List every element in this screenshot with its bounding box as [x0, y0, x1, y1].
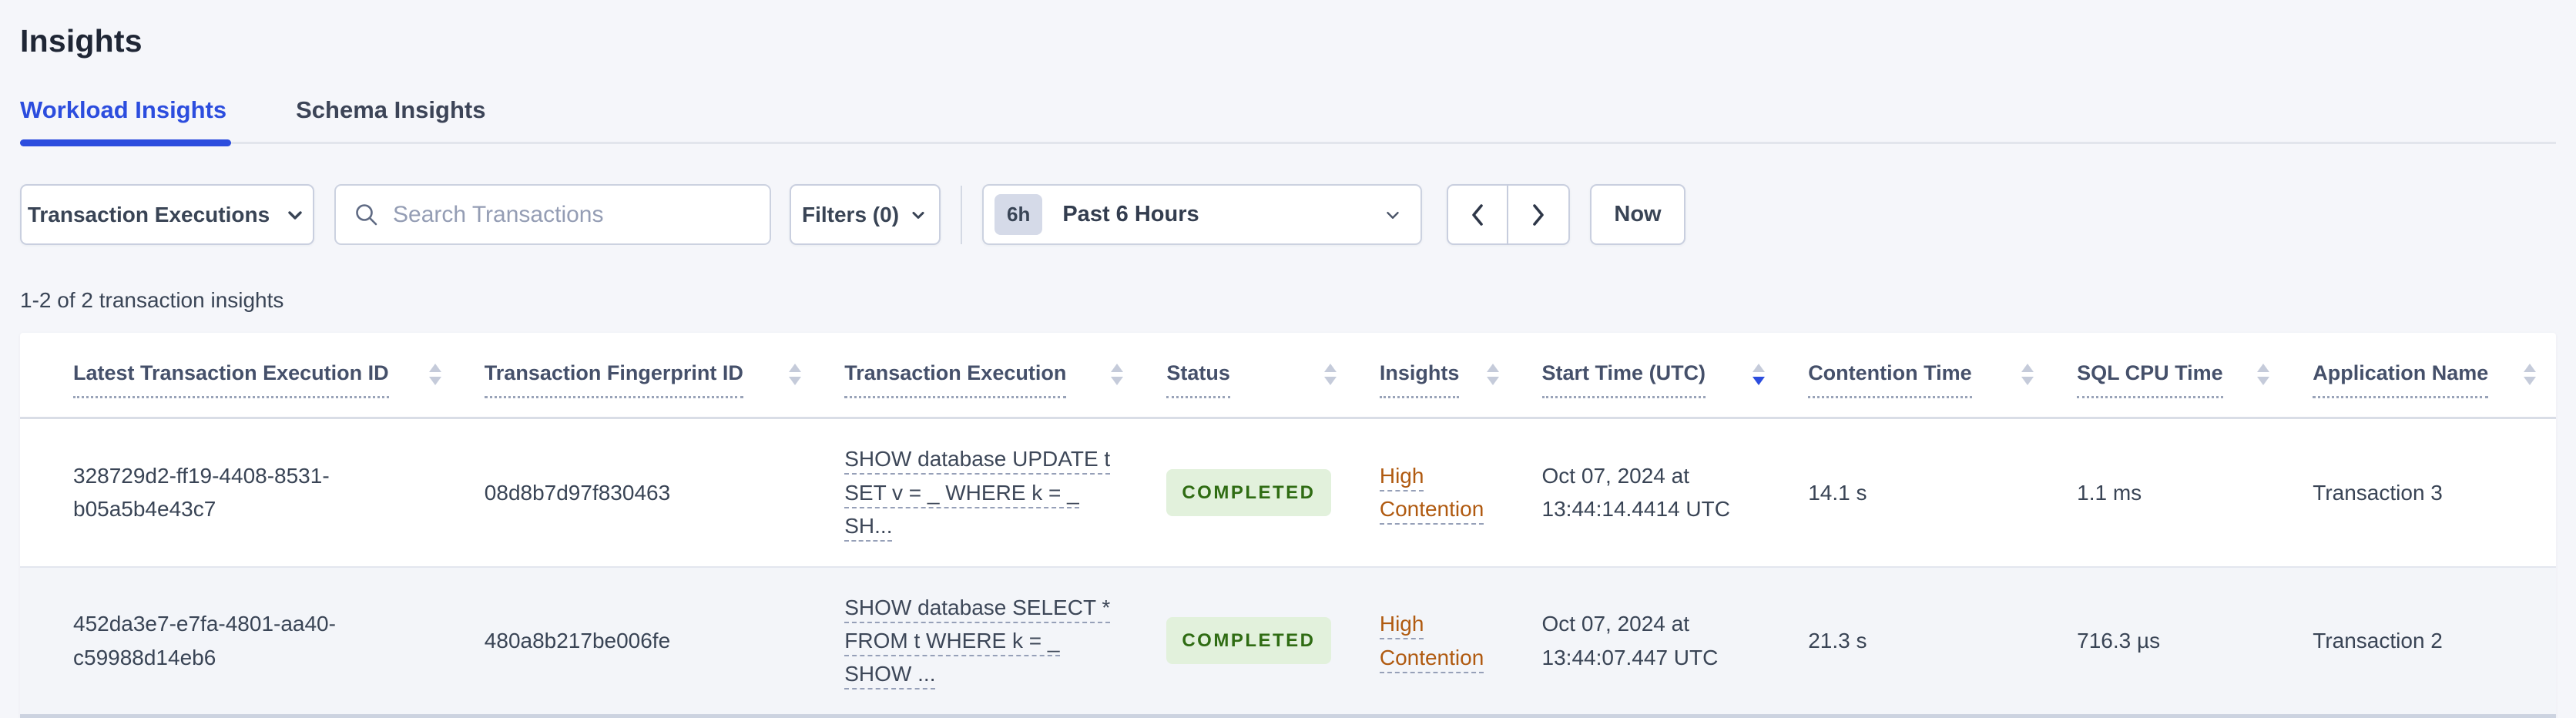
filters-button[interactable]: Filters (0) — [790, 184, 941, 245]
sort-icon[interactable] — [1111, 364, 1124, 385]
sort-icon[interactable] — [2257, 364, 2270, 385]
execution-type-dropdown[interactable]: Transaction Executions — [20, 184, 314, 245]
transaction-execution-cell: SHOW database UPDATE t SET v = _ WHERE k… — [821, 418, 1143, 567]
application-name-cell: Transaction 3 — [2313, 480, 2443, 505]
contention-time-cell: 21.3 s — [1808, 628, 1867, 653]
toolbar-divider — [961, 185, 962, 244]
tab-bar: Workload Insights Schema Insights — [20, 96, 2556, 146]
insights-table-card: Latest Transaction Execution ID Transact… — [20, 333, 2556, 718]
insights-cell: High Contention — [1357, 567, 1519, 714]
chevron-left-icon — [1468, 202, 1487, 228]
table-row: 328729d2-ff19-4408-8531-b05a5b4e43c7 08d… — [20, 418, 2556, 567]
filters-button-label: Filters (0) — [801, 202, 900, 226]
tab-workload-insights[interactable]: Workload Insights — [20, 96, 232, 146]
column-header-insights[interactable]: Insights — [1356, 333, 1519, 420]
contention-time-cell: 14.1 s — [1808, 480, 1867, 505]
chevron-down-icon — [283, 203, 307, 226]
page-title: Insights — [20, 23, 143, 59]
chevron-down-icon — [1382, 204, 1404, 226]
chevron-down-icon — [908, 205, 928, 225]
next-time-range-button[interactable] — [1508, 184, 1570, 245]
column-header-fingerprint-id[interactable]: Transaction Fingerprint ID — [461, 333, 822, 420]
status-badge: COMPLETED — [1166, 617, 1331, 665]
status-cell: COMPLETED — [1143, 567, 1357, 714]
column-header-start-time[interactable]: Start Time (UTC) — [1518, 333, 1786, 420]
column-header-status[interactable]: Status — [1143, 333, 1357, 420]
search-input[interactable] — [393, 201, 753, 228]
latest-execution-id-cell: 328729d2-ff19-4408-8531-b05a5b4e43c7 — [73, 464, 330, 522]
chevron-right-icon — [1529, 202, 1548, 228]
results-summary: 1-2 of 2 transaction insights — [20, 288, 284, 312]
transaction-execution-link[interactable]: SHOW database UPDATE t SET v = _ WHERE k… — [844, 447, 1111, 542]
transaction-execution-cell: SHOW database SELECT * FROM t WHERE k = … — [821, 567, 1143, 714]
high-contention-link[interactable]: High Contention — [1379, 464, 1484, 525]
search-icon — [353, 201, 381, 229]
time-range-picker[interactable]: 6h Past 6 Hours — [982, 184, 1422, 245]
toolbar: Transaction Executions Filters (0) 6h Pa… — [20, 184, 2556, 245]
sort-icon[interactable] — [1323, 364, 1337, 385]
sort-icon[interactable] — [1486, 364, 1499, 385]
table-row: 452da3e7-e7fa-4801-aa40-c59988d14eb6 480… — [20, 566, 2556, 714]
transaction-insights-table: Latest Transaction Execution ID Transact… — [20, 333, 2556, 714]
high-contention-link[interactable]: High Contention — [1379, 612, 1484, 673]
column-header-transaction-execution[interactable]: Transaction Execution — [821, 333, 1144, 420]
column-header-latest-execution-id[interactable]: Latest Transaction Execution ID — [20, 333, 461, 420]
now-button-label: Now — [1614, 202, 1662, 226]
search-box[interactable] — [334, 184, 771, 245]
sort-icon[interactable] — [2524, 364, 2536, 385]
column-header-application-name[interactable]: Application Name — [2289, 333, 2556, 420]
execution-type-dropdown-label: Transaction Executions — [27, 202, 270, 226]
start-time-cell: Oct 07, 2024 at 13:44:14.4414 UTC — [1541, 464, 1730, 522]
table-header-row: Latest Transaction Execution ID Transact… — [20, 333, 2556, 420]
status-cell: COMPLETED — [1143, 418, 1357, 567]
sort-icon[interactable] — [428, 364, 441, 385]
sort-icon[interactable] — [2021, 364, 2034, 385]
column-header-contention-time[interactable]: Contention Time — [1785, 333, 2054, 420]
sql-cpu-time-cell: 1.1 ms — [2077, 480, 2142, 505]
application-name-cell: Transaction 2 — [2313, 628, 2443, 653]
insights-cell: High Contention — [1357, 418, 1519, 567]
start-time-cell: Oct 07, 2024 at 13:44:07.447 UTC — [1541, 612, 1719, 669]
fingerprint-id-cell: 480a8b217be006fe — [484, 628, 671, 653]
insights-page: Insights Workload Insights Schema Insigh… — [0, 0, 2576, 718]
transaction-execution-link[interactable]: SHOW database SELECT * FROM t WHERE k = … — [844, 595, 1111, 690]
time-range-badge: 6h — [995, 194, 1043, 235]
time-pager — [1447, 184, 1570, 245]
status-badge: COMPLETED — [1166, 468, 1331, 517]
tab-schema-insights[interactable]: Schema Insights — [296, 96, 485, 144]
previous-time-range-button[interactable] — [1447, 184, 1508, 245]
now-button[interactable]: Now — [1590, 184, 1685, 245]
fingerprint-id-cell: 08d8b7d97f830463 — [484, 480, 671, 505]
column-header-sql-cpu-time[interactable]: SQL CPU Time — [2054, 333, 2290, 420]
latest-execution-id-cell: 452da3e7-e7fa-4801-aa40-c59988d14eb6 — [73, 612, 336, 669]
sql-cpu-time-cell: 716.3 µs — [2077, 628, 2161, 653]
time-range-label: Past 6 Hours — [1062, 202, 1199, 226]
sort-icon[interactable] — [789, 364, 802, 385]
sort-icon-descending[interactable] — [1753, 364, 1766, 385]
